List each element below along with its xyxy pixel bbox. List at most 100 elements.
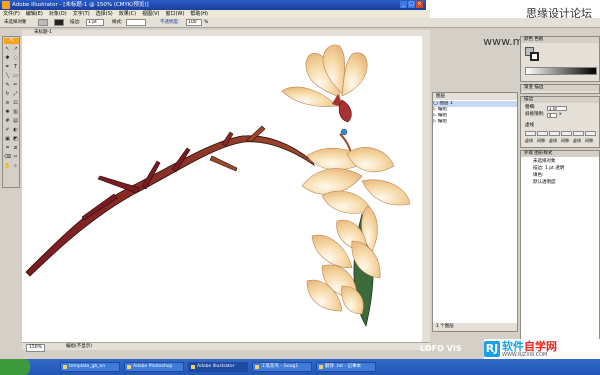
line-tool[interactable]: ╲	[4, 73, 11, 79]
live-paint-tool[interactable]: ▣	[4, 136, 11, 142]
scissors-tool[interactable]: ✂	[12, 154, 19, 160]
browser-icon	[255, 365, 259, 369]
lofo-vis-text: LOFO VIS	[420, 344, 462, 353]
appearance-opacity-row[interactable]: 默认透明度	[533, 180, 556, 186]
color-ramp[interactable]	[525, 67, 597, 75]
gradient-tool[interactable]: ▤	[12, 118, 19, 124]
photoshop-icon	[127, 365, 131, 369]
type-tool[interactable]: T	[12, 64, 19, 70]
layer-row[interactable]: ▷ 编组	[433, 119, 517, 125]
menu-effect[interactable]: 效果(C)	[116, 10, 139, 18]
scale-tool[interactable]: ⤢	[12, 91, 19, 97]
menu-edit[interactable]: 编辑(E)	[23, 10, 46, 18]
menu-window[interactable]: 窗口(W)	[162, 10, 187, 18]
color-panel: 颜色 色板	[520, 36, 600, 82]
color-panel-header[interactable]: 颜色 色板	[521, 37, 599, 43]
gap-field[interactable]	[561, 131, 572, 136]
eyedropper-tool[interactable]: ✐	[4, 127, 11, 133]
eraser-tool[interactable]: ⌫	[4, 154, 11, 160]
main-branch	[25, 135, 316, 277]
illustrator-app-icon	[2, 1, 10, 9]
zoom-tool[interactable]: ⌕	[12, 163, 19, 169]
menu-type[interactable]: 文字(T)	[70, 10, 93, 18]
appearance-fill-row[interactable]: 填色:	[533, 173, 544, 179]
artboard-canvas[interactable]	[22, 36, 430, 342]
paintbrush-tool[interactable]: ✎	[4, 82, 11, 88]
stroke-color-swatch[interactable]	[530, 52, 539, 61]
miter-limit-input[interactable]: 4	[547, 113, 557, 118]
mesh-tool[interactable]: #	[4, 118, 11, 124]
pen-tool[interactable]: ✒	[4, 64, 11, 70]
style-label: 样式:	[112, 20, 123, 25]
dash-field[interactable]	[573, 131, 584, 136]
gap-field[interactable]	[585, 131, 596, 136]
warp-tool[interactable]: ≋	[4, 100, 11, 106]
maximize-button[interactable]: □	[408, 1, 415, 8]
taskbar-item[interactable]: 翻译 .txt - 记事本	[316, 362, 376, 372]
twig-6	[209, 155, 238, 172]
fill-swatch[interactable]	[38, 19, 48, 26]
layers-tab[interactable]: 图层	[436, 93, 445, 100]
slice-tool[interactable]: ⧄	[12, 145, 19, 151]
menu-help[interactable]: 帮助(H)	[187, 10, 211, 18]
close-button[interactable]: ×	[416, 1, 423, 8]
start-button[interactable]	[0, 359, 30, 375]
menu-select[interactable]: 选择(S)	[93, 10, 116, 18]
crop-tool[interactable]: ⌗	[4, 145, 11, 151]
magnolia-branch-artwork	[25, 44, 411, 327]
stroke-swatch[interactable]	[54, 19, 64, 26]
appearance-stroke-row[interactable]: 描边: 1 pt 透明	[533, 166, 564, 172]
lasso-tool[interactable]: ◌	[12, 55, 19, 61]
taskbar-item-active[interactable]: Adobe Illustrator	[188, 362, 248, 372]
stroke-label: 描边:	[70, 20, 81, 25]
style-dropdown[interactable]	[126, 19, 146, 26]
menu-file[interactable]: 文件(F)	[0, 10, 23, 18]
free-transform-tool[interactable]: ⊡	[12, 100, 19, 106]
appearance-panel: 外观 图形样式 未选择对象 描边: 1 pt 透明 填色: 默认透明度	[520, 150, 600, 342]
blend-tool[interactable]: ◐	[12, 127, 19, 133]
dash-field[interactable]	[525, 131, 536, 136]
hand-tool[interactable]: ✋	[4, 163, 11, 169]
dash-field[interactable]	[549, 131, 560, 136]
stroke-weight-label: 粗细:	[525, 105, 536, 110]
opacity-label[interactable]: 不透明度:	[160, 20, 180, 26]
stroke-panel: 描边 粗细: 1 pt 斜接限制: 4 x 虚线 虚线 间隙 虚线 间隙 虚线 …	[520, 96, 600, 148]
menu-view[interactable]: 视图(V)	[139, 10, 162, 18]
appearance-panel-header[interactable]: 外观 图形样式	[521, 151, 599, 157]
selection-tool[interactable]: ↖	[4, 46, 11, 52]
notepad-icon	[319, 365, 323, 369]
magic-wand-tool[interactable]: ✱	[4, 55, 11, 61]
stroke-weight-input[interactable]: 1 pt	[547, 106, 567, 111]
taskbar-item[interactable]: 工笔花鸟 - Goog1	[252, 362, 312, 372]
illustrator-icon	[191, 365, 195, 369]
dashed-line-checkbox[interactable]: 虚线	[525, 123, 534, 129]
menu-object[interactable]: 对象(O)	[46, 10, 70, 18]
minimize-button[interactable]: _	[400, 1, 407, 8]
gradient-panel-header[interactable]: 渐变 描边	[521, 85, 599, 91]
direct-selection-tool[interactable]: ↗	[12, 46, 19, 52]
gap-field[interactable]	[537, 131, 548, 136]
opacity-unit: %	[204, 20, 209, 25]
twig-1	[97, 175, 141, 194]
rotate-tool[interactable]: ↻	[4, 91, 11, 97]
taskbar-item[interactable]: Adobe Photoshop	[124, 362, 184, 372]
gap-label: 间隙	[561, 138, 569, 143]
zoom-level[interactable]: 150%	[26, 344, 45, 352]
dash-label: 虚线	[525, 138, 533, 143]
stroke-weight-field[interactable]: 1 pt	[86, 19, 104, 26]
pencil-tool[interactable]: ✏	[12, 82, 19, 88]
symbol-sprayer-tool[interactable]: ✺	[4, 109, 11, 115]
rectangle-tool[interactable]: ▭	[12, 73, 19, 79]
window-controls: _ □ ×	[400, 1, 423, 8]
opacity-field[interactable]: 100	[186, 19, 202, 26]
blue-bud	[340, 128, 348, 136]
live-paint-select-tool[interactable]: ◩	[12, 136, 19, 142]
miter-unit: x	[559, 112, 562, 117]
layer-count: 1 个图层	[436, 324, 454, 329]
vertical-scrollbar[interactable]	[422, 36, 430, 342]
menu-bar: 文件(F) 编辑(E) 对象(O) 文字(T) 选择(S) 效果(C) 视图(V) 窗口(W)…	[0, 10, 430, 18]
taskbar-item[interactable]: template_gb_en	[60, 362, 120, 372]
stroke-panel-header[interactable]: 描边	[521, 97, 599, 103]
gap-label: 间隙	[537, 138, 545, 143]
graph-tool[interactable]: ▥	[12, 109, 19, 115]
